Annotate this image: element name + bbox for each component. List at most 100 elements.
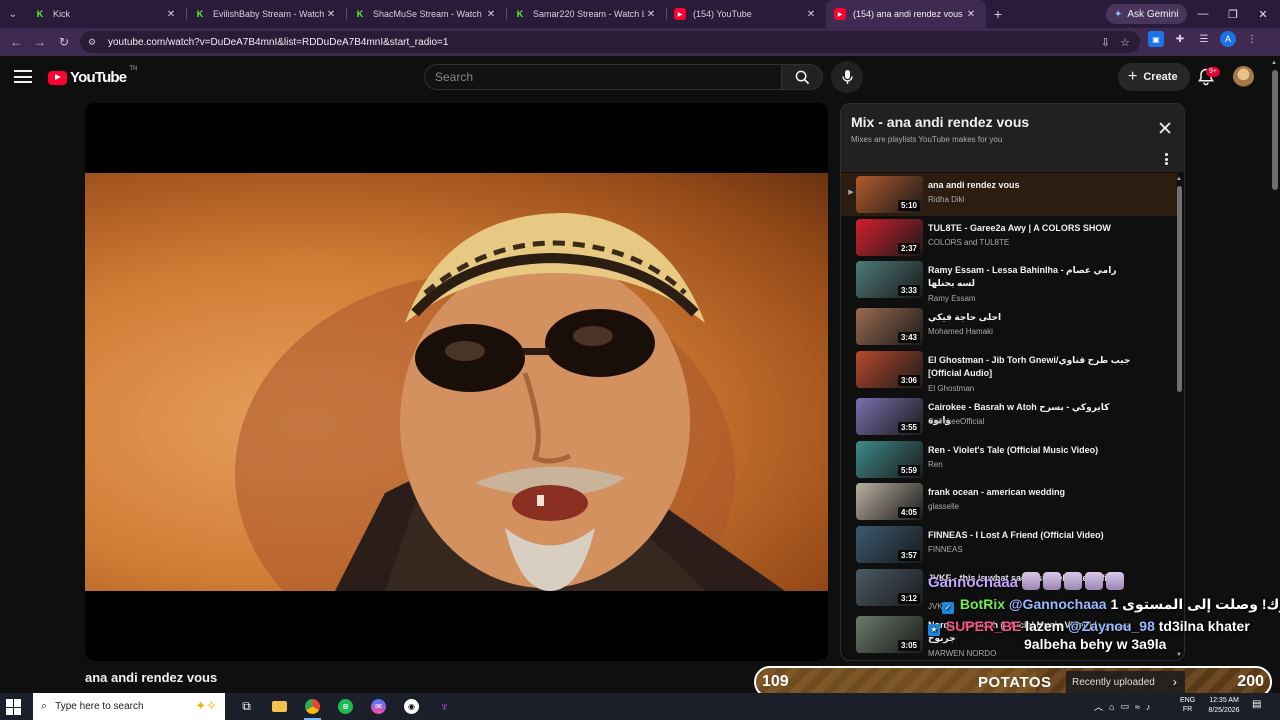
extension-icon[interactable]: ▣ xyxy=(1148,31,1164,47)
address-bar[interactable]: ⚙ youtube.com/watch?v=DuDeA7B4mnI&list=R… xyxy=(80,31,1140,53)
playlist-item-channel: Ridha Diki xyxy=(928,195,965,204)
app-feather-icon[interactable]: ♆ xyxy=(428,693,461,720)
ask-gemini-button[interactable]: ✦ Ask Gemini xyxy=(1106,4,1187,24)
browser-tab-strip: ⌄ K Kick ✕ K EvilishBaby Stream - Watch Live… xyxy=(0,0,1280,28)
playlist-item[interactable]: ▶ 5:10 ana andi rendez vous Ridha Diki xyxy=(841,173,1177,216)
scroll-up-arrow-icon[interactable]: ▲ xyxy=(1176,176,1182,182)
reading-list-icon[interactable]: ☰ xyxy=(1196,31,1212,47)
taskbar-search-placeholder: Type here to search xyxy=(55,701,144,712)
video-thumbnail[interactable]: 3:55 xyxy=(856,398,923,436)
profile-avatar[interactable]: A xyxy=(1220,31,1236,47)
windows-start-icon[interactable] xyxy=(6,699,22,715)
youtube-play-icon xyxy=(48,70,67,85)
create-button[interactable]: + Create xyxy=(1118,63,1190,91)
video-thumbnail[interactable]: 5:59 xyxy=(856,440,923,478)
close-tab-icon[interactable]: ✕ xyxy=(324,9,338,20)
bookmark-star-icon[interactable]: ☆ xyxy=(1120,36,1130,49)
taskbar-search[interactable]: ⌕ Type here to search ✦✧ xyxy=(33,693,225,720)
account-avatar[interactable] xyxy=(1233,66,1254,87)
close-tab-icon[interactable]: ✕ xyxy=(164,9,178,20)
playlist-scroll-thumb[interactable] xyxy=(1177,186,1182,392)
voice-search-button[interactable] xyxy=(831,61,863,93)
forward-arrow-icon[interactable]: → xyxy=(28,30,52,54)
notifications-badge: 9+ xyxy=(1206,67,1220,77)
task-view-icon[interactable]: ⧉ xyxy=(230,693,263,720)
show-hidden-icons-icon[interactable]: ︿ xyxy=(1094,700,1103,713)
video-thumbnail[interactable]: 5:10 xyxy=(856,176,923,213)
close-icon[interactable] xyxy=(1157,120,1173,136)
close-tab-icon[interactable]: ✕ xyxy=(644,9,658,20)
close-tab-icon[interactable]: ✕ xyxy=(964,9,978,20)
messenger-icon[interactable]: ✉ xyxy=(362,693,395,720)
video-thumbnail[interactable]: 3:12 xyxy=(856,568,923,606)
wifi-icon[interactable]: ≈ xyxy=(1135,702,1140,712)
gemini-icon: ✦ xyxy=(1114,8,1123,20)
volume-icon[interactable]: ♪ xyxy=(1146,702,1151,712)
site-info-icon[interactable]: ⚙ xyxy=(88,37,102,48)
playlist-item-title: El Ghostman - Jib Torh Gnewi/جيب طرح قنا… xyxy=(928,355,1131,379)
network-icon[interactable]: ⌂ xyxy=(1109,702,1114,712)
close-window-icon[interactable]: ✕ xyxy=(1248,0,1278,28)
video-duration: 5:59 xyxy=(897,464,920,476)
spotify-icon[interactable]: ≋ xyxy=(329,693,362,720)
video-thumbnail[interactable]: 3:06 xyxy=(856,351,923,389)
browser-tab[interactable]: K Samar220 Stream - Watch Live✕ xyxy=(506,0,666,28)
browser-tab[interactable]: K ShacMuSe Stream - Watch Live✕ xyxy=(346,0,506,28)
back-arrow-icon[interactable]: ← xyxy=(4,30,28,54)
page-scroll-up-icon[interactable]: ▲ xyxy=(1271,60,1277,66)
chevron-right-icon[interactable]: › xyxy=(1173,675,1177,689)
search-input[interactable] xyxy=(435,70,781,84)
reload-icon[interactable]: ↻ xyxy=(52,30,76,54)
install-app-icon[interactable]: ⇩ xyxy=(1101,36,1110,49)
notification-center-icon[interactable]: ▤ xyxy=(1252,699,1261,710)
page-scroll-thumb[interactable] xyxy=(1272,70,1278,190)
playlist-item[interactable]: 4:05 frank ocean - american wedding glasse… xyxy=(841,480,1177,523)
video-thumbnail[interactable]: 3:33 xyxy=(856,261,923,299)
video-thumbnail[interactable]: 3:05 xyxy=(856,615,923,653)
browser-menu-icon[interactable]: ⋮ xyxy=(1244,31,1260,47)
video-thumbnail[interactable]: 4:05 xyxy=(856,483,923,521)
search-highlight-icon: ✦✧ xyxy=(195,698,217,713)
tab-search-chevron-icon[interactable]: ⌄ xyxy=(0,0,26,28)
input-language[interactable]: ENG FR xyxy=(1180,696,1195,714)
video-thumbnail[interactable]: 3:57 xyxy=(856,526,923,564)
new-tab-button[interactable]: + xyxy=(986,6,1010,22)
close-tab-icon[interactable]: ✕ xyxy=(484,9,498,20)
video-duration: 3:05 xyxy=(897,639,920,651)
video-player[interactable] xyxy=(85,103,828,661)
video-frame[interactable] xyxy=(85,173,828,591)
kick-icon: K xyxy=(36,9,44,19)
restore-icon[interactable]: ❐ xyxy=(1218,0,1248,28)
taskbar-clock[interactable]: 12:35 AM 8/25/2026 xyxy=(1204,696,1244,716)
github-icon[interactable]: ◉ xyxy=(395,693,428,720)
close-tab-icon[interactable]: ✕ xyxy=(804,9,818,20)
more-options-icon[interactable] xyxy=(1161,152,1171,166)
playlist-item[interactable]: 3:57 FINNEAS - I Lost A Friend (Official … xyxy=(841,523,1177,566)
video-thumbnail[interactable]: 3:43 xyxy=(856,308,923,346)
tab-label: Samar220 Stream - Watch Live xyxy=(533,9,644,19)
chrome-icon[interactable] xyxy=(296,693,329,720)
minimize-icon[interactable]: — xyxy=(1188,0,1218,28)
hamburger-menu-icon[interactable] xyxy=(14,70,32,83)
youtube-logo[interactable]: YouTube TN xyxy=(48,66,137,86)
video-duration: 3:06 xyxy=(897,375,920,387)
system-tray: ︿ ⌂ ▭ ≈ ♪ xyxy=(1094,693,1150,720)
extensions-puzzle-icon[interactable]: ✚ xyxy=(1172,31,1188,47)
playlist-item[interactable]: 3:06 El Ghostman - Jib Torh Gnewi/جيب طرح… xyxy=(841,348,1177,395)
playlist-item[interactable]: 3:55 Cairokee - Basrah w Atoh كايروكي - ب… xyxy=(841,395,1177,438)
file-explorer-icon[interactable] xyxy=(263,693,296,720)
playlist-item[interactable]: 3:33 Ramy Essam - Lessa Bahinlha رامي عصا… xyxy=(841,258,1177,305)
battery-icon[interactable]: ▭ xyxy=(1120,701,1129,712)
browser-tab[interactable]: ▶ (154) ana andi rendez vous - YouTube✕ xyxy=(826,0,986,28)
playlist-item[interactable]: 2:37 TUL8TE - Garee2a Awy | A COLORS SHOW… xyxy=(841,216,1177,259)
playlist-item[interactable]: 5:59 Ren - Violet's Tale (Official Music … xyxy=(841,438,1177,481)
browser-tab[interactable]: K Kick ✕ xyxy=(26,0,186,28)
video-thumbnail[interactable]: 2:37 xyxy=(856,218,923,256)
subscriber-badge-icon: ★ xyxy=(928,624,940,636)
browser-tab[interactable]: ▶ (154) YouTube ✕ xyxy=(666,0,826,28)
video-duration: 5:10 xyxy=(897,200,920,211)
recently-uploaded-chip[interactable]: Recently uploaded › xyxy=(1066,671,1185,693)
browser-tab[interactable]: K EvilishBaby Stream - Watch Live✕ xyxy=(186,0,346,28)
search-button[interactable] xyxy=(781,64,823,90)
playlist-item[interactable]: 3:43 احلى حاجة فيكي Mohamed Hamaki xyxy=(841,305,1177,348)
